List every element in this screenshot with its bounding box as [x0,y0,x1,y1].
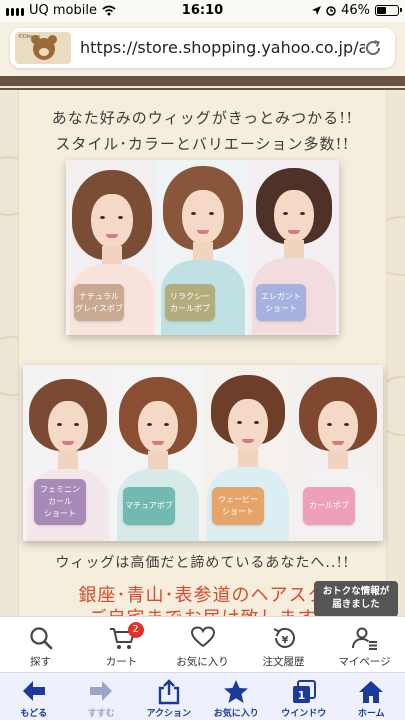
toolbar-windows[interactable]: 1 ウインドウ [270,673,338,720]
toolbar-home-label: ホーム [357,709,385,719]
page-content: あなた好みのウィッグがきっとみつかる!! スタイル･カラーとバリエーション多数!… [0,76,405,616]
nav-mypage[interactable]: マイページ [324,617,405,672]
toolbar-bookmarks-label: お気に入り [213,709,259,719]
home-icon [359,681,384,703]
battery-percent: 46% [341,3,370,18]
nav-search[interactable]: 探す [0,617,81,672]
style-tag-elegant-short[interactable]: エレガント ショート [256,284,306,321]
toast-line-2: 届きました [332,599,380,611]
battery-icon [375,5,402,16]
forward-arrow-icon [90,681,113,701]
url-field[interactable]: ©Disney https://store.shopping.yahoo.co.… [10,28,395,68]
headline-1: あなた好みのウィッグがきっとみつかる!! [51,109,354,127]
star-icon [224,680,249,703]
site-favicon: ©Disney [15,32,71,64]
location-icon [312,6,322,15]
nav-search-label: 探す [30,656,51,668]
style-tag-mature-bob[interactable]: マチュアボブ [123,487,175,525]
toolbar-action-label: アクション [146,709,192,719]
toolbar-windows-label: ウインドウ [281,709,327,719]
toolbar-forward[interactable]: すすむ [68,673,136,720]
nav-order-history-label: 注文履歴 [262,656,305,668]
toolbar-forward-label: すすむ [87,709,115,719]
back-arrow-icon [22,681,45,701]
user-icon [351,627,377,650]
reload-icon[interactable] [363,38,383,58]
battery-fill [377,7,386,14]
nav-order-history[interactable]: ¥ 注文履歴 [243,617,324,672]
cart-count-badge: 2 [127,622,144,638]
address-bar: ©Disney https://store.shopping.yahoo.co.… [0,22,405,76]
toast-line-1: おトクな情報が [322,586,390,597]
style-tag-feminine-curl-short[interactable]: フェミニン カール ショート [34,479,86,525]
headline-2: スタイル･カラーとバリエーション多数!! [55,135,350,153]
nav-favorites-label: お気に入り [176,656,229,668]
toolbar-action[interactable]: アクション [135,673,203,720]
toolbar-back[interactable]: もどる [0,673,68,720]
share-icon [158,679,179,705]
heart-icon [190,626,215,648]
toolbar-bookmarks[interactable]: お気に入り [203,673,271,720]
style-tag-curl-bob[interactable]: カールボブ [303,487,355,525]
wig-banner-row-1[interactable]: ナチュラル グレイスボブ リラクシー カールボブ エレガント ショート [66,160,339,335]
toolbar-home[interactable]: ホーム [338,673,405,720]
alarm-icon [326,5,336,16]
style-tag-wavy-short[interactable]: ウェービー ショート [212,487,264,525]
notification-toast[interactable]: おトクな情報が 届きました [314,581,398,617]
url-text[interactable]: https://store.shopping.yahoo.co.jp/a... [80,38,365,57]
style-tag-relaxy-curl-bob[interactable]: リラクシー カールボブ [165,284,215,321]
browser-toolbar: もどる すすむ アクション お気に入り 1 ウインドウ ホーム [0,672,405,720]
search-icon [29,627,52,650]
toolbar-back-label: もどる [20,709,48,719]
svg-text:¥: ¥ [281,635,288,646]
status-bar: UQ mobile 16:10 46% [0,0,405,22]
top-band [0,76,405,86]
style-tag-natural-grace-bob[interactable]: ナチュラル グレイスボブ [74,284,124,321]
nav-favorites[interactable]: お気に入り [162,617,243,672]
nav-mypage-label: マイページ [338,656,391,668]
wig-banner-row-2[interactable]: フェミニン カール ショート マチュアボブ ウェービー ショート カールボブ [23,365,383,541]
nav-cart-label: カート [105,656,138,668]
subheading: ウィッグは高価だと諦めているあなたへ..!! [55,555,350,571]
shopping-nav: 探す 2 カート お気に入り ¥ 注文履歴 マイページ [0,616,405,672]
windows-icon: 1 [292,680,316,703]
order-history-icon: ¥ [273,627,295,648]
window-count: 1 [297,689,305,702]
nav-cart[interactable]: 2 カート [81,617,162,672]
